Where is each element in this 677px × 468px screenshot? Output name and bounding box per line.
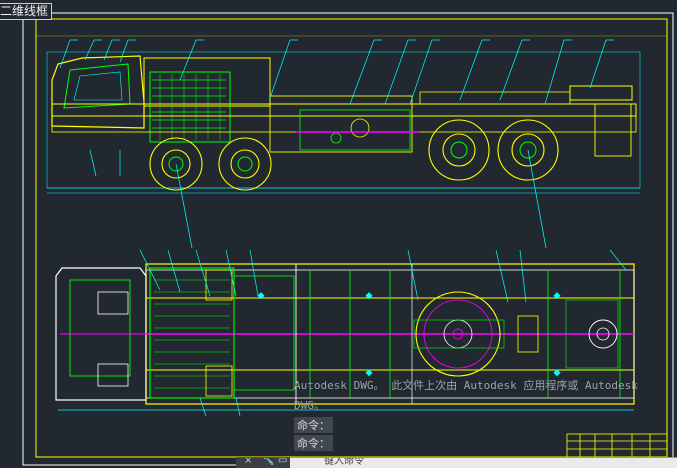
command-history-line: 命令： <box>294 417 333 433</box>
command-history-line: Autodesk DWG。 此文件上次由 Autodesk 应用程序或 Auto… <box>294 379 638 392</box>
command-history: Autodesk DWG。 此文件上次由 Autodesk 应用程序或 Auto… <box>290 377 677 455</box>
side-view <box>46 39 641 249</box>
command-input-placeholder: 键入命令 <box>324 457 364 467</box>
close-icon[interactable]: × <box>244 458 252 467</box>
customize-icon[interactable]: 🔧 <box>262 458 274 467</box>
command-history-line: DWG。 <box>294 399 325 412</box>
viewport-label[interactable]: 二维线框 <box>0 3 53 20</box>
command-input[interactable]: 键入命令 <box>290 457 677 468</box>
command-history-line: 命令： <box>294 435 333 451</box>
recent-commands-icon[interactable]: ▭ <box>278 458 287 467</box>
